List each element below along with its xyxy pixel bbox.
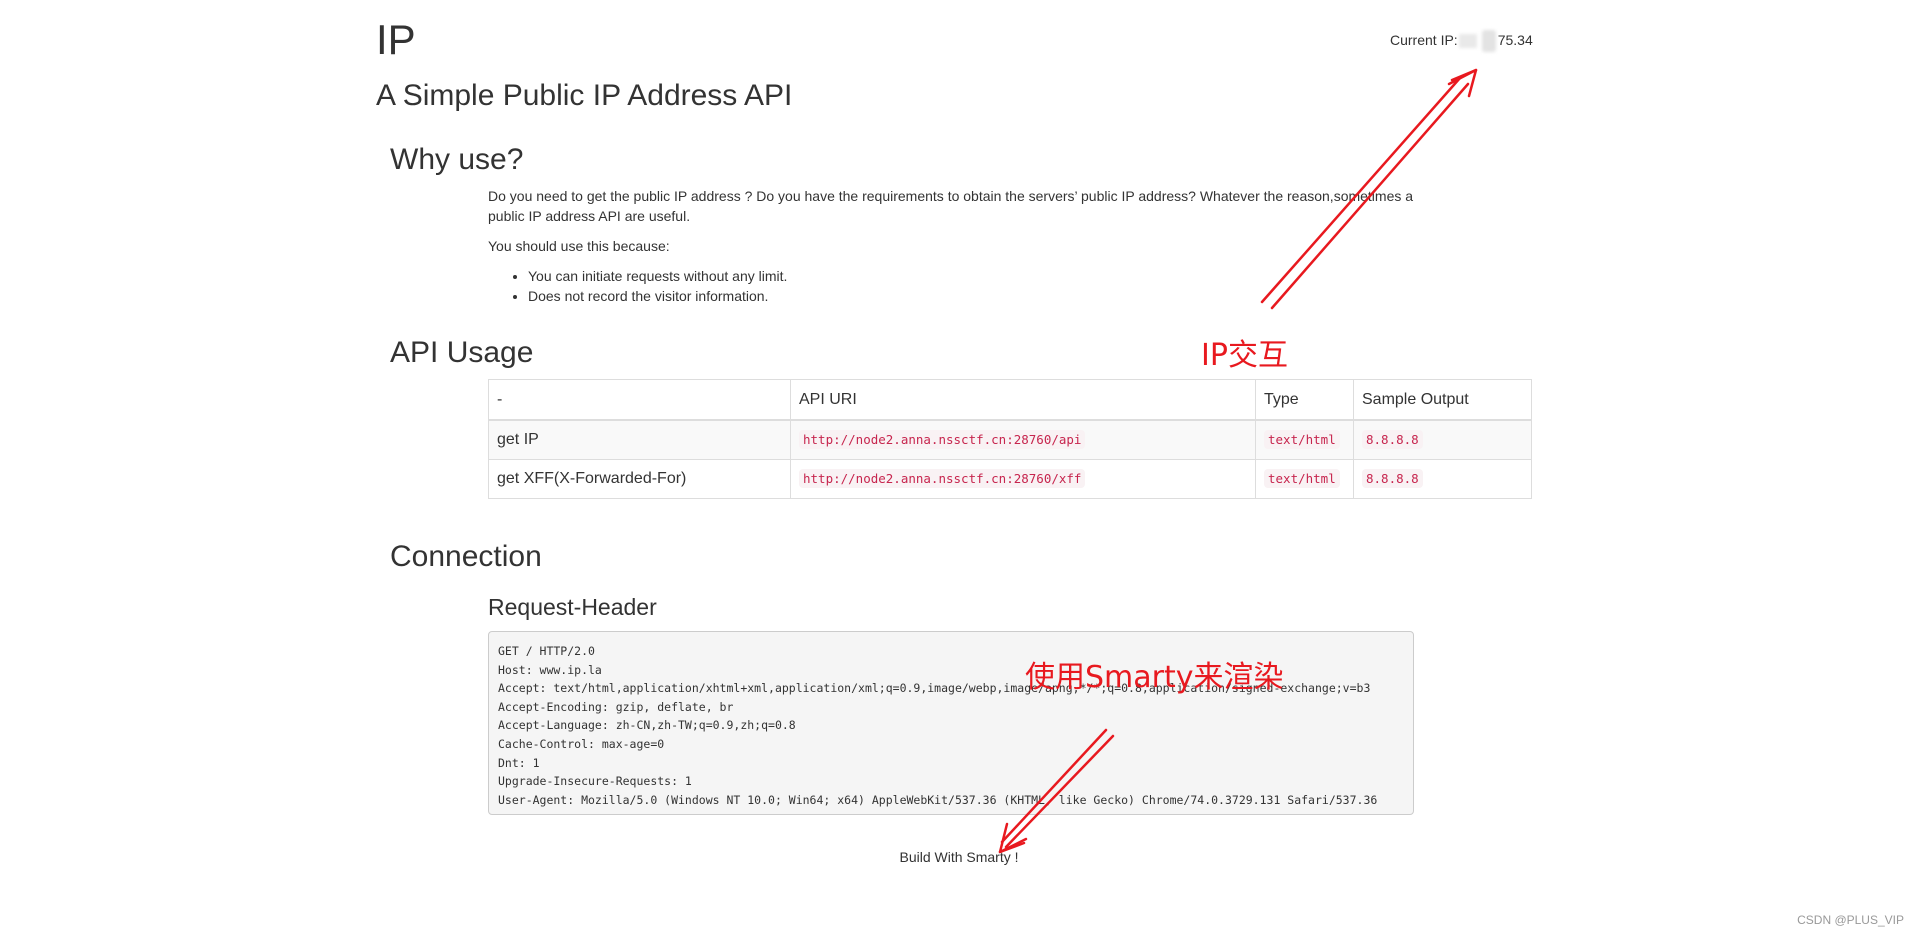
cell-uri: http://node2.anna.nssctf.cn:28760/api [790,419,1256,460]
redacted-ip-segment [1458,34,1477,49]
annotation-ip-interaction: IP交互 [1201,338,1288,373]
watermark: CSDN @PLUS_VIP [1797,913,1904,927]
list-item: Does not record the visitor information. [528,286,1428,306]
sample-code: 8.8.8.8 [1362,469,1423,488]
request-line: User-Agent: Mozilla/5.0 (Windows NT 10.0… [498,792,1378,807]
cell-sample: 8.8.8.8 [1353,419,1532,460]
cell-type: text/html [1255,419,1354,460]
current-ip-part2: 75.34 [1497,32,1533,48]
current-ip-display: Current IP: 75.34 [1390,30,1533,52]
cell-name: get IP [488,419,791,460]
why-lead: You should use this because: [488,238,670,254]
annotation-smarty-render: 使用Smarty来渲染 [1025,660,1284,695]
cell-type: text/html [1255,459,1354,499]
request-line: GET / HTTP/2.0 [498,644,595,658]
request-header-title: Request-Header [488,594,657,620]
cell-name: get XFF(X-Forwarded-For) [488,459,791,499]
why-bullet-list: You can initiate requests without any li… [488,266,1428,306]
api-uri-code[interactable]: http://node2.anna.nssctf.cn:28760/api [799,430,1086,449]
type-code: text/html [1264,430,1340,449]
why-use-body: Do you need to get the public IP address… [488,186,1428,306]
api-uri-code[interactable]: http://node2.anna.nssctf.cn:28760/xff [799,469,1086,488]
column-header-type: Type [1255,379,1354,421]
page-subtitle: A Simple Public IP Address API [376,79,793,112]
why-paragraph: Do you need to get the public IP address… [488,188,1414,224]
table-row: get IP http://node2.anna.nssctf.cn:28760… [488,419,1532,460]
cell-sample: 8.8.8.8 [1353,459,1532,499]
connection-heading: Connection [390,540,542,573]
request-line: Cache-Control: max-age=0 [498,736,665,751]
request-line: Accept-Language: zh-CN,zh-TW;q=0.9,zh;q=… [498,718,796,733]
cell-uri: http://node2.anna.nssctf.cn:28760/xff [790,459,1256,499]
api-usage-table: - API URI Type Sample Output get IP http… [488,379,1532,499]
list-item: You can initiate requests without any li… [528,266,1428,286]
footer: Build With Smarty ! [0,847,1920,867]
brand-title[interactable]: IP [376,16,416,64]
type-code: text/html [1264,469,1340,488]
table-header-row: - API URI Type Sample Output [488,379,1532,421]
footer-text: Build With Smarty ! [899,849,1019,865]
why-use-heading: Why use? [390,143,524,176]
column-header-name: - [488,379,791,421]
request-line: Dnt: 1 [498,755,540,770]
table-row: get XFF(X-Forwarded-For) http://node2.an… [488,459,1532,499]
column-header-sample: Sample Output [1353,379,1532,421]
sample-code: 8.8.8.8 [1362,430,1423,449]
column-header-uri: API URI [790,379,1256,421]
current-ip-label: Current IP: [1390,32,1458,48]
request-line: Upgrade-Insecure-Requests: 1 [498,774,692,789]
request-header-block[interactable]: GET / HTTP/2.0 Host: www.ip.la Accept: tex… [488,631,1414,815]
page: IP Current IP: 75.34 A Simple Public IP A… [0,0,1920,937]
api-usage-heading: API Usage [390,336,534,369]
redacted-ip-segment-2 [1481,30,1496,52]
request-line: Accept-Encoding: gzip, deflate, br [498,699,734,714]
